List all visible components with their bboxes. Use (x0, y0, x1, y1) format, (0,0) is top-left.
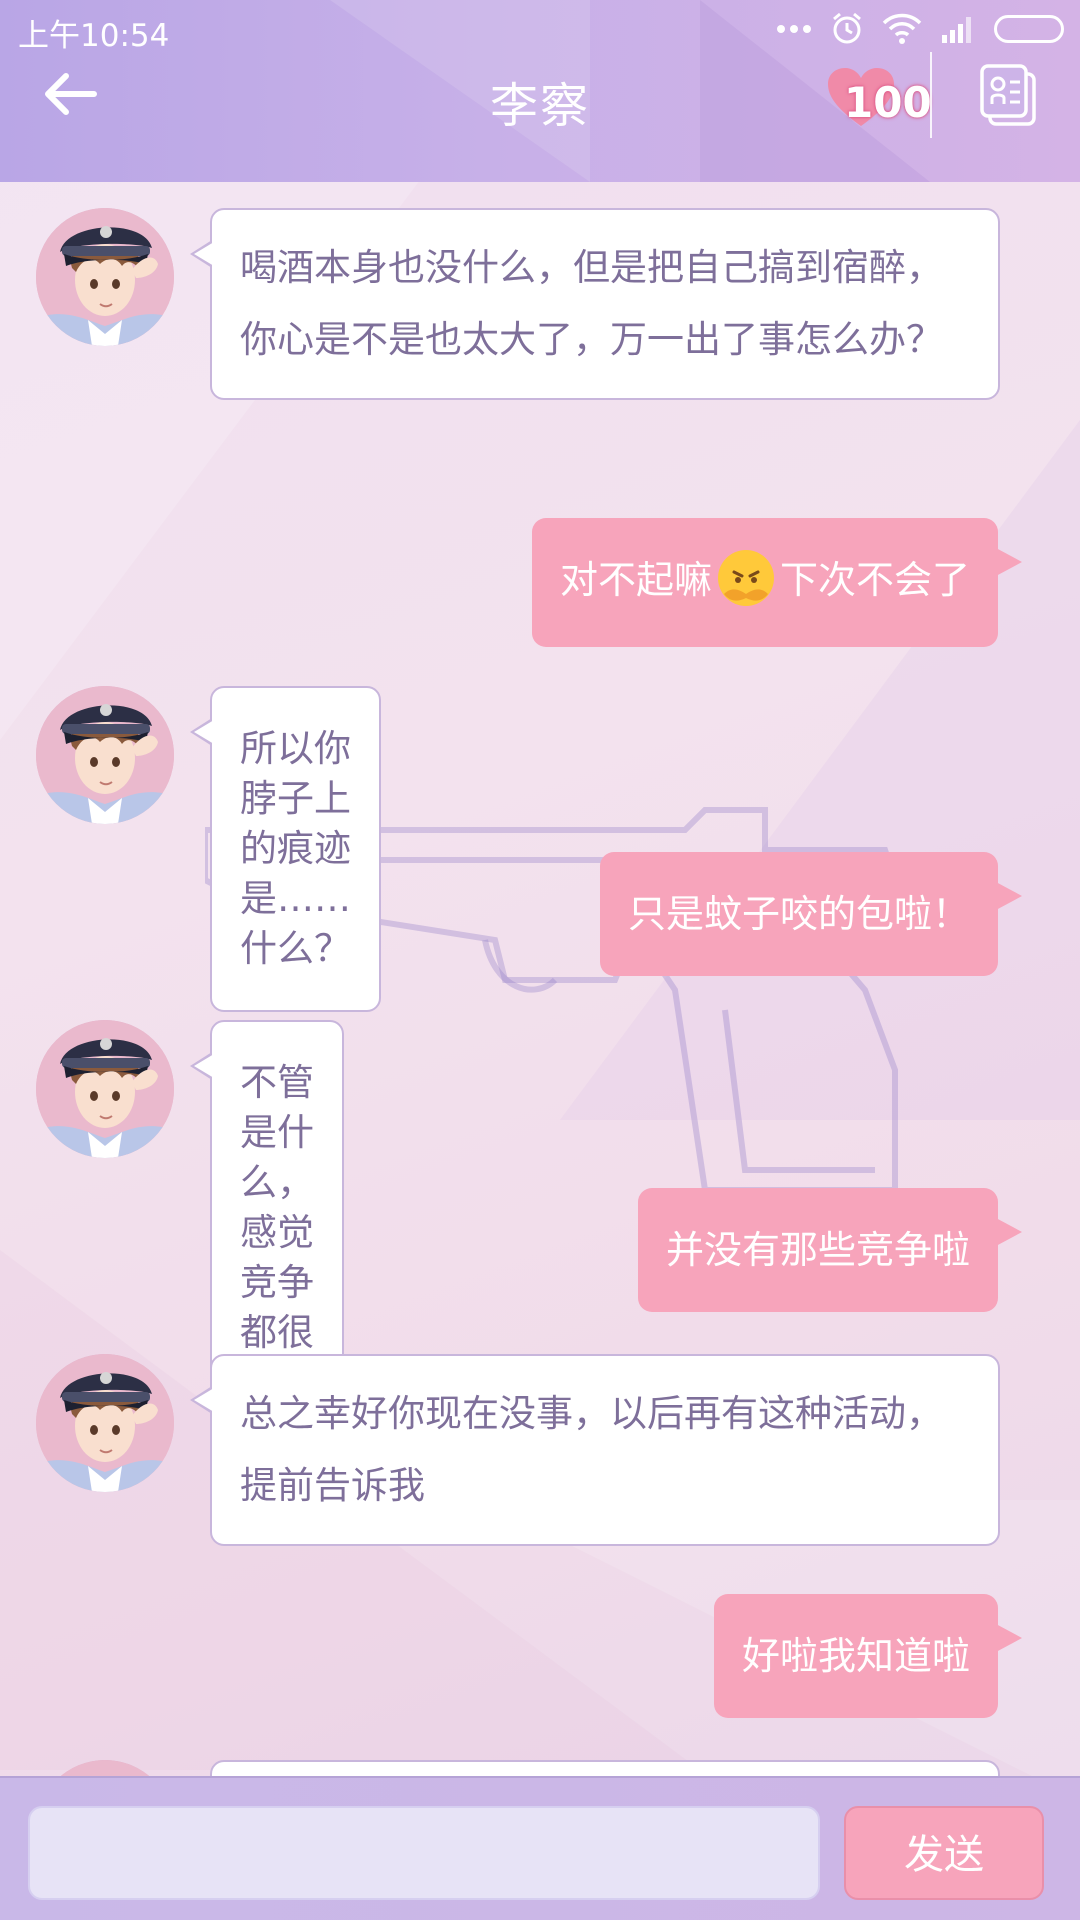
message-outgoing: 好啦我知道啦 (713, 1594, 1023, 1718)
alarm-icon (833, 12, 861, 44)
message-text: 对不起嘛 (559, 558, 712, 602)
message-text: 并没有那些竞争啦 (665, 1228, 970, 1272)
battery-icon (994, 15, 1064, 43)
more-dots-icon (777, 25, 811, 33)
message-outgoing: 并没有那些竞争啦 (637, 1188, 1023, 1312)
message-text: 好啦我知道啦 (741, 1634, 970, 1678)
message-input[interactable] (28, 1806, 820, 1900)
message-bubble: 所以你脖子上的痕迹是……什么？ (190, 686, 381, 1012)
message-bubble: 总之幸好你现在没事，以后再有这种活动，提前告诉我 (190, 1354, 1000, 1546)
input-bar: 发送 (0, 1776, 1080, 1920)
message-text: 不管是什么，感觉竞争都很激烈 (240, 1061, 314, 1404)
pouting-emoji-icon (717, 549, 774, 606)
message-outgoing: 对不起嘛 下次不会了 (531, 518, 1023, 647)
message-outgoing: 只是蚊子咬的包啦！ (599, 852, 1023, 976)
status-time: 上午10:54 (18, 18, 170, 54)
avatar[interactable] (36, 1020, 174, 1158)
message-text: 所以你脖子上的痕迹是……什么？ (240, 727, 351, 970)
contact-card-icon[interactable] (978, 62, 1038, 126)
message-bubble: 喝酒本身也没什么，但是把自己搞到宿醉，你心是不是也太大了，万一出了事怎么办？ (190, 208, 1000, 400)
message-text: 喝酒本身也没什么，但是把自己搞到宿醉，你心是不是也太大了，万一出了事怎么办？ (240, 246, 943, 361)
affection-value: 100 (844, 78, 932, 127)
message-text: 下次不会了 (779, 558, 970, 602)
avatar[interactable] (36, 208, 174, 346)
avatar[interactable] (36, 686, 174, 824)
message-text: 总之幸好你现在没事，以后再有这种活动，提前告诉我 (240, 1392, 943, 1507)
header-divider (930, 52, 932, 138)
wifi-icon (882, 13, 922, 44)
avatar[interactable] (36, 1354, 174, 1492)
message-text: 只是蚊子咬的包啦！ (627, 892, 970, 936)
signal-icon (942, 17, 971, 43)
send-button[interactable]: 发送 (844, 1806, 1044, 1900)
header-bar: 上午10:54 李察 100 (0, 0, 1080, 182)
affection-indicator: 100 (826, 66, 932, 132)
status-bar: 上午10:54 (0, 0, 1080, 60)
